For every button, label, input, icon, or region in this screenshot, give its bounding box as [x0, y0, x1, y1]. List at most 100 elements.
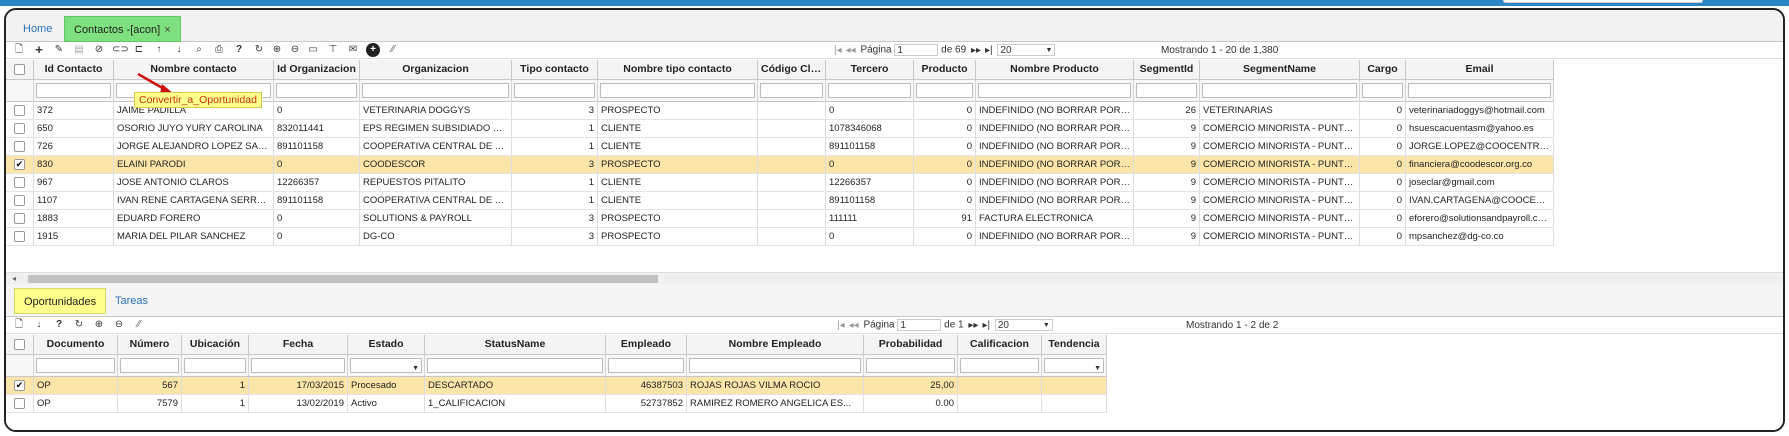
column-header[interactable]: Nombre Empleado — [687, 335, 864, 354]
filter-input[interactable] — [960, 358, 1039, 373]
filter-input[interactable] — [1044, 358, 1104, 376]
select-all-checkbox[interactable] — [14, 338, 25, 350]
row-checkbox[interactable]: ✔ — [14, 379, 25, 391]
new-document-icon[interactable]: 🗋 — [12, 43, 26, 57]
horizontal-scrollbar[interactable]: ◂ — [6, 272, 1783, 284]
filter-input[interactable] — [600, 83, 755, 98]
new-document-icon[interactable]: 🗋 — [12, 318, 26, 332]
column-header[interactable]: Empleado — [606, 335, 687, 354]
message-icon[interactable]: ▭ — [306, 43, 320, 57]
table-row[interactable]: 1107 IVAN RENE CARTAGENA SERRANO 891101158… — [6, 192, 1554, 210]
filter-input[interactable] — [36, 83, 111, 98]
column-header[interactable]: Organizacion — [360, 60, 512, 79]
mail-icon[interactable]: ✉ — [346, 43, 360, 57]
down-arrow-icon[interactable]: ↓ — [32, 318, 46, 332]
page-number-input[interactable]: 1 — [894, 44, 939, 56]
last-page-icon[interactable]: ▸| — [985, 45, 993, 56]
filter-input[interactable] — [828, 83, 911, 98]
filter-input[interactable] — [1202, 83, 1357, 98]
zoom-in-icon[interactable]: ⊕ — [270, 43, 284, 57]
help-icon[interactable]: ? — [52, 318, 66, 332]
tab-tareas[interactable]: Tareas — [106, 288, 157, 314]
table-row[interactable]: 650 OSORIO JUYO YURY CAROLINA 832011441 EPS… — [6, 120, 1554, 138]
table-row[interactable]: 1883 EDUARD FORERO 0 SOLUTIONS & PAYROLL 3 PR… — [6, 210, 1554, 228]
edit-icon[interactable]: ✎ — [52, 43, 66, 57]
print-icon[interactable]: ⎙ — [212, 43, 226, 57]
scrollbar-thumb[interactable] — [28, 275, 658, 283]
zoom-out-icon[interactable]: ⊖ — [288, 43, 302, 57]
column-header[interactable]: Tercero — [826, 60, 914, 79]
save-icon[interactable]: ▤ — [72, 43, 86, 57]
top-search-box[interactable] — [1503, 0, 1703, 3]
filter-input[interactable] — [514, 83, 595, 98]
resize-icon[interactable]: ⁄⁄ — [386, 43, 400, 57]
filter-input[interactable] — [866, 358, 955, 373]
column-header[interactable]: Probabilidad — [864, 335, 958, 354]
filter-input[interactable] — [978, 83, 1131, 98]
column-header[interactable]: Ubicación — [182, 335, 249, 354]
column-header[interactable]: Producto — [914, 60, 976, 79]
row-checkbox[interactable] — [14, 104, 25, 116]
filter-input[interactable] — [608, 358, 684, 373]
table-row[interactable]: 726 JORGE ALEJANDRO LOPEZ SALA... 89110115… — [6, 138, 1554, 156]
table-row[interactable]: ✔ 830 ELAINI PARODI 0 COODESCOR 3 PROSPECTO 0 0 I… — [6, 156, 1554, 174]
table-row[interactable]: 967 JOSE ANTONIO CLAROS 12266357 REPUESTOS … — [6, 174, 1554, 192]
column-header[interactable]: Número — [118, 335, 182, 354]
resize-icon[interactable]: ⁄⁄ — [132, 318, 146, 332]
row-checkbox[interactable] — [14, 194, 25, 206]
next-page-icon[interactable]: ▸▸ — [971, 45, 981, 56]
unlink-icon[interactable]: ⊏ — [132, 43, 146, 57]
row-checkbox[interactable] — [14, 176, 25, 188]
next-page-icon[interactable]: ▸▸ — [968, 320, 978, 331]
column-header[interactable]: Nombre tipo contacto — [598, 60, 758, 79]
column-header[interactable]: Calificacion — [958, 335, 1042, 354]
column-header[interactable]: Id Organizacion — [274, 60, 360, 79]
filter-input[interactable] — [916, 83, 973, 98]
filter-input[interactable] — [427, 358, 603, 373]
tab-oportunidades[interactable]: Oportunidades — [14, 288, 107, 314]
filter-input[interactable] — [760, 83, 823, 98]
filter-input[interactable] — [120, 358, 179, 373]
row-checkbox[interactable] — [14, 212, 25, 224]
filter-input[interactable] — [1362, 83, 1403, 98]
last-page-icon[interactable]: ▸| — [982, 320, 990, 331]
column-header[interactable]: Fecha — [249, 335, 348, 354]
tab-contactos[interactable]: Contactos -[acon] × — [64, 16, 181, 42]
prev-page-icon[interactable]: ◂◂ — [846, 45, 856, 56]
filter-input[interactable] — [36, 358, 115, 373]
column-header[interactable]: Cargo — [1360, 60, 1406, 79]
column-header[interactable]: Estado — [348, 335, 425, 354]
table-row[interactable]: OP 7579 1 13/02/2019 Activo 1_CALIFICACION 527… — [6, 395, 1107, 413]
help-icon[interactable]: ? — [232, 43, 246, 57]
up-arrow-icon[interactable]: ↑ — [152, 43, 166, 57]
row-checkbox[interactable]: ✔ — [14, 158, 25, 170]
filter-input[interactable] — [251, 358, 345, 373]
column-header[interactable]: SegmentId — [1134, 60, 1200, 79]
column-header[interactable]: Tendencia — [1042, 335, 1107, 354]
plus-circle-icon[interactable]: + — [366, 43, 380, 57]
select-all-checkbox[interactable] — [14, 63, 25, 75]
down-arrow-icon[interactable]: ↓ — [172, 43, 186, 57]
column-header[interactable]: Código Cliente — [758, 60, 826, 79]
column-header[interactable]: SegmentName — [1200, 60, 1360, 79]
row-checkbox[interactable] — [14, 230, 25, 242]
column-header[interactable]: Documento — [34, 335, 118, 354]
table-row[interactable]: ✔ OP 567 1 17/03/2015 Procesado DESCARTADO 4638… — [6, 377, 1107, 395]
pin-icon[interactable]: ⊤ — [326, 43, 340, 57]
first-page-icon[interactable]: |◂ — [834, 45, 842, 56]
table-row[interactable]: 1915 MARIA DEL PILAR SANCHEZ 0 DG-CO 3 PROSPE… — [6, 228, 1554, 246]
tab-home[interactable]: Home — [14, 16, 61, 42]
column-header[interactable]: Id Contacto — [34, 60, 114, 79]
page-number-input[interactable]: 1 — [897, 319, 942, 331]
filter-input[interactable] — [1408, 83, 1551, 98]
row-checkbox[interactable] — [14, 122, 25, 134]
filter-input[interactable] — [184, 358, 246, 373]
refresh-icon[interactable]: ↻ — [252, 43, 266, 57]
filter-input[interactable] — [362, 83, 509, 98]
cancel-icon[interactable]: ⊘ — [92, 43, 106, 57]
filter-input[interactable] — [350, 358, 422, 376]
refresh-icon[interactable]: ↻ — [72, 318, 86, 332]
page-size-select[interactable]: 20 — [994, 319, 1053, 331]
filter-input[interactable] — [276, 83, 357, 98]
link-icon[interactable]: ⊂⊃ — [112, 43, 129, 57]
